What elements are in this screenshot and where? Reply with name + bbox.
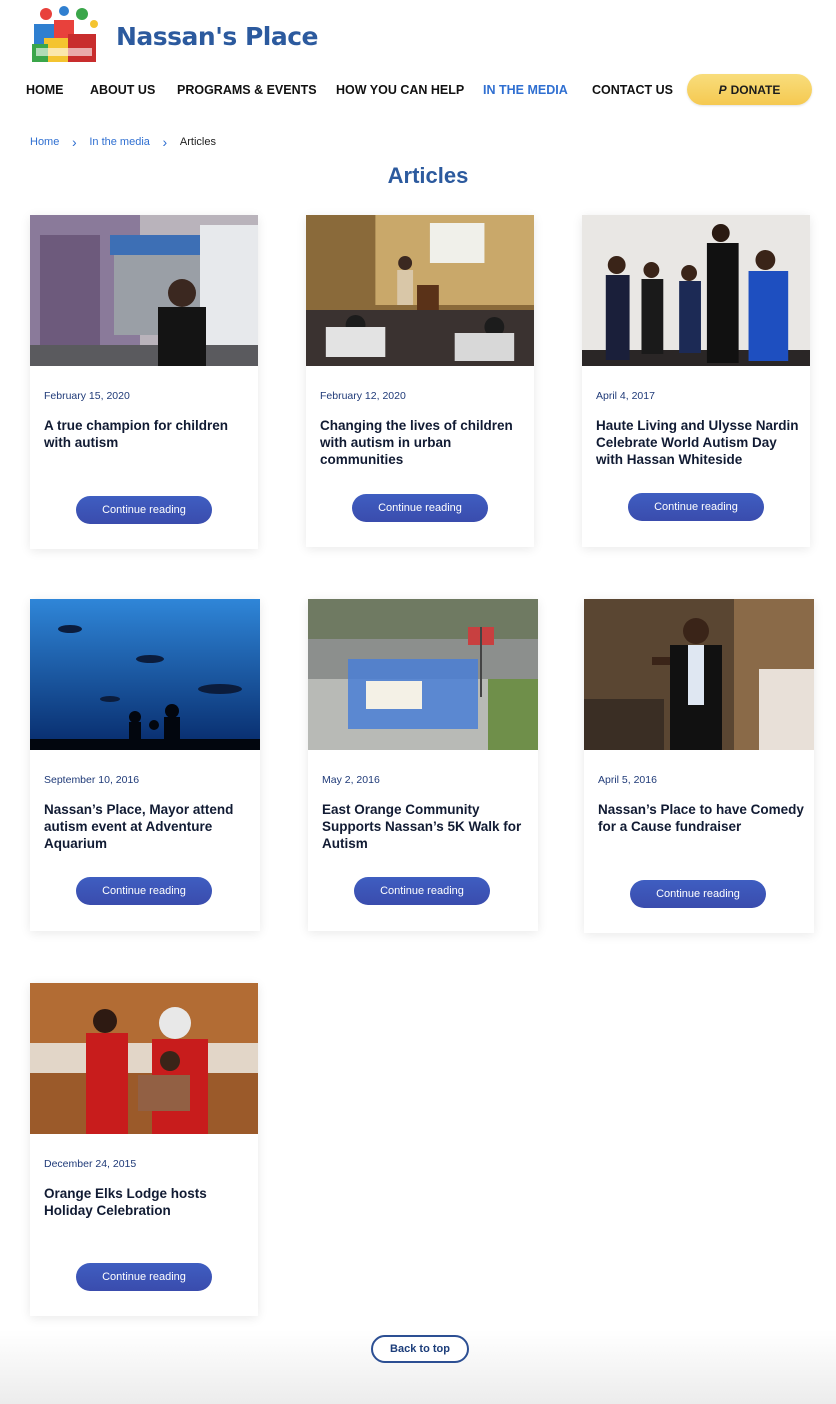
nav-contact-us[interactable]: CONTACT US [592,83,673,97]
donate-label: DONATE [730,82,781,97]
article-card: December 24, 2015 Orange Elks Lodge host… [30,983,258,1316]
back-to-top-button[interactable]: Back to top [371,1335,469,1363]
article-title[interactable]: Haute Living and Ulysse Nardin Celebrate… [596,417,804,468]
article-date: April 4, 2017 [596,390,655,402]
article-image[interactable] [30,215,258,366]
article-title[interactable]: East Orange Community Supports Nassan’s … [322,801,530,852]
continue-reading-button[interactable]: Continue reading [352,494,488,522]
page-title: Articles [387,163,469,188]
nav-how-you-can-help[interactable]: HOW YOU CAN HELP [336,83,464,97]
article-date: September 10, 2016 [44,774,140,786]
breadcrumb: Home › In the media › Articles [30,133,216,150]
continue-reading-button[interactable]: Continue reading [628,493,764,521]
article-title[interactable]: Orange Elks Lodge hosts Holiday Celebrat… [44,1185,252,1219]
continue-reading-button[interactable]: Continue reading [354,877,490,905]
article-date: April 5, 2016 [598,774,657,786]
breadcrumb-in-the-media[interactable]: In the media [89,136,150,148]
site-logo[interactable] [30,4,104,68]
nav-about-us[interactable]: ABOUT US [90,83,155,97]
article-image[interactable] [30,983,258,1134]
article-date: February 15, 2020 [44,390,130,402]
chevron-right-icon: › [162,133,168,150]
article-image[interactable] [584,599,814,750]
article-date: February 12, 2020 [320,390,406,402]
chevron-right-icon: › [72,133,77,150]
site-brand[interactable]: Nassan's Place [116,22,319,51]
article-title[interactable]: Nassan’s Place to have Comedy for a Caus… [598,801,806,835]
article-title[interactable]: Changing the lives of children with auti… [320,417,528,468]
article-card: April 4, 2017 Haute Living and Ulysse Na… [582,215,810,547]
nav-home[interactable]: HOME [26,83,64,97]
breadcrumb-current: Articles [179,136,216,148]
nav-programs-events[interactable]: PROGRAMS & EVENTS [177,83,317,97]
article-image[interactable] [30,599,260,750]
article-date: December 24, 2015 [44,1158,137,1170]
paypal-icon: P [718,82,727,97]
article-image[interactable] [308,599,538,750]
continue-reading-button[interactable]: Continue reading [76,1263,212,1291]
article-card: February 15, 2020 A true champion for ch… [30,215,258,549]
breadcrumb-home[interactable]: Home [30,136,59,148]
article-date: May 2, 2016 [322,774,380,786]
article-card: April 5, 2016 Nassan’s Place to have Com… [584,599,814,933]
continue-reading-button[interactable]: Continue reading [76,877,212,905]
article-image[interactable] [582,215,810,366]
continue-reading-button[interactable]: Continue reading [76,496,212,524]
article-card: May 2, 2016 East Orange Community Suppor… [308,599,538,931]
article-card: February 12, 2020 Changing the lives of … [306,215,534,547]
article-image[interactable] [306,215,534,366]
article-title[interactable]: A true champion for children with autism [44,417,252,451]
donate-button[interactable]: P DONATE [687,74,812,105]
nav-in-the-media[interactable]: IN THE MEDIA [483,83,568,97]
article-title[interactable]: Nassan’s Place, Mayor attend autism even… [44,801,252,852]
continue-reading-button[interactable]: Continue reading [630,880,766,908]
article-card: September 10, 2016 Nassan’s Place, Mayor… [30,599,260,931]
